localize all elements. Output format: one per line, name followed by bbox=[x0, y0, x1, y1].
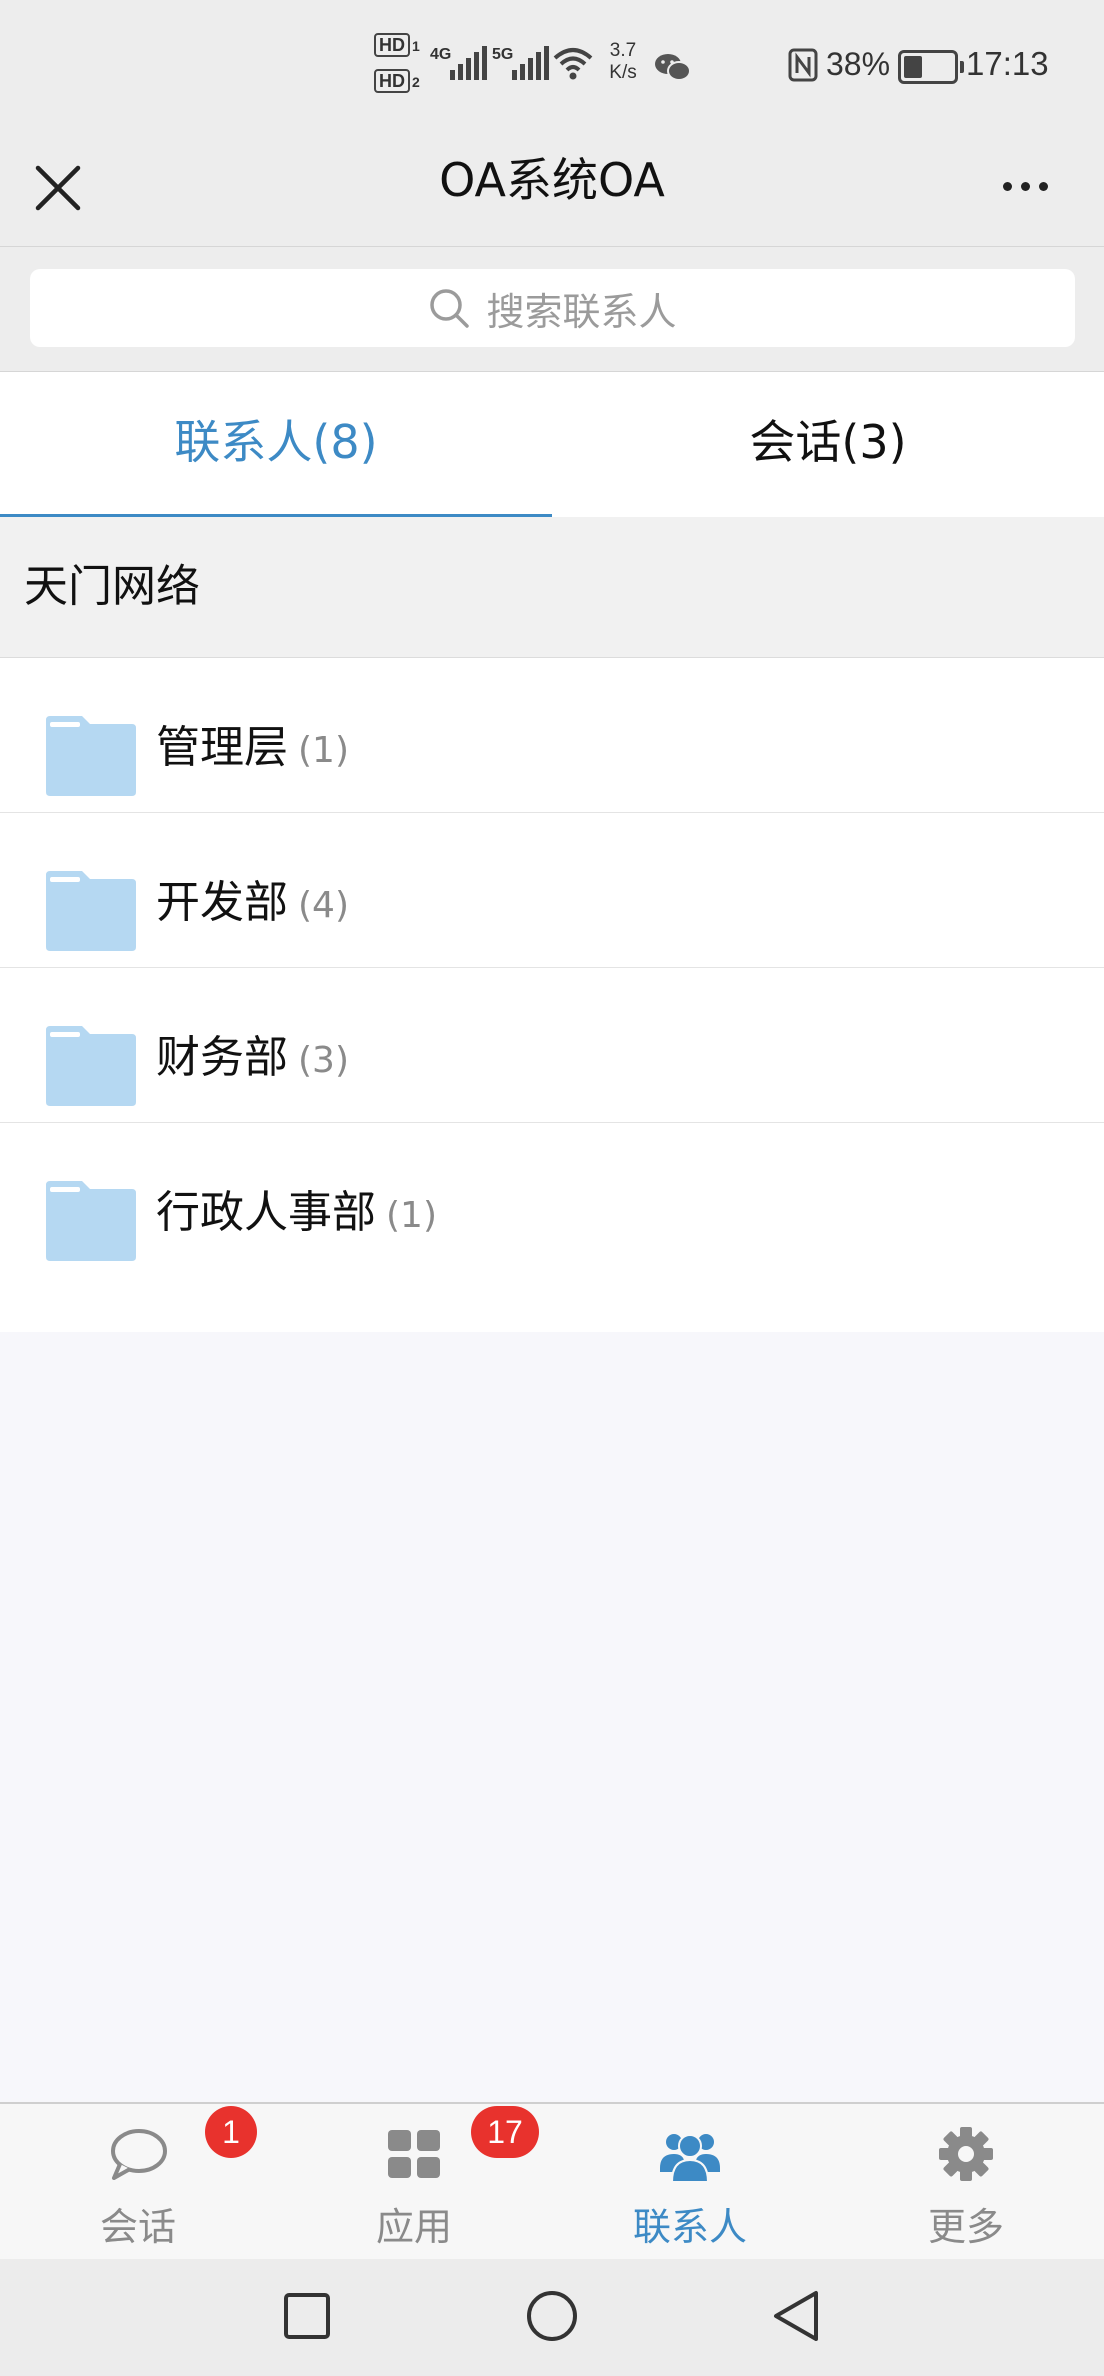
organization-header: 天门网络 bbox=[0, 517, 1104, 658]
network-type-2: 5G bbox=[492, 46, 514, 63]
department-list: 管理层 (1) 开发部 (4) 财务部 (3) 行政人事部 (1) bbox=[0, 658, 1104, 1332]
department-name: 开发部 bbox=[156, 877, 288, 928]
triangle-back-icon bbox=[774, 2291, 818, 2341]
close-icon bbox=[35, 165, 81, 211]
tab-contacts-label: 联系人(8) bbox=[174, 415, 378, 469]
circle-icon bbox=[527, 2291, 577, 2341]
battery-percent: 38% bbox=[826, 46, 891, 82]
wifi-icon bbox=[553, 48, 593, 80]
wechat-icon bbox=[655, 54, 691, 81]
home-button[interactable] bbox=[517, 2281, 587, 2351]
department-name: 行政人事部 bbox=[156, 1187, 376, 1238]
unread-badge: 1 bbox=[205, 2106, 257, 2158]
contacts-group-icon bbox=[660, 2134, 720, 2183]
signal-icon-1 bbox=[450, 44, 487, 80]
nav-contacts[interactable]: 联系人 bbox=[552, 2104, 828, 2261]
more-options-button[interactable] bbox=[980, 150, 1070, 222]
department-row[interactable]: 行政人事部 (1) bbox=[0, 1123, 1104, 1278]
more-dot-icon bbox=[1038, 181, 1048, 191]
folder-icon bbox=[46, 1026, 136, 1106]
search-icon bbox=[430, 289, 470, 328]
search-input[interactable]: 搜索联系人 bbox=[30, 269, 1075, 347]
recent-apps-button[interactable] bbox=[272, 2281, 342, 2351]
department-count: (1) bbox=[386, 1195, 437, 1236]
nav-contacts-label: 联系人 bbox=[632, 2205, 747, 2249]
bottom-navigation: 会话 1 应用 17 联系人 更多 bbox=[0, 2102, 1104, 2261]
nav-apps[interactable]: 应用 17 bbox=[276, 2104, 552, 2261]
more-dot-icon bbox=[1002, 181, 1012, 191]
nav-more[interactable]: 更多 bbox=[828, 2104, 1104, 2261]
department-name: 管理层 bbox=[156, 722, 288, 773]
tab-contacts[interactable]: 联系人(8) bbox=[0, 372, 552, 517]
network-type-1: 4G bbox=[430, 46, 452, 63]
hd-indicator-1: HD 1 bbox=[374, 33, 420, 57]
battery-icon bbox=[898, 50, 964, 84]
back-button[interactable] bbox=[762, 2281, 832, 2351]
department-row[interactable]: 管理层 (1) bbox=[0, 658, 1104, 813]
more-dot-icon bbox=[1020, 181, 1030, 191]
department-row[interactable]: 开发部 (4) bbox=[0, 813, 1104, 968]
nfc-icon bbox=[788, 48, 818, 82]
search-bar-container: 搜索联系人 bbox=[0, 247, 1104, 372]
network-speed: 3.7 K/s bbox=[609, 40, 637, 83]
folder-icon bbox=[46, 871, 136, 951]
system-navigation-bar bbox=[0, 2259, 1104, 2376]
close-button[interactable] bbox=[20, 152, 96, 224]
search-placeholder: 搜索联系人 bbox=[486, 289, 677, 334]
department-count: (4) bbox=[298, 885, 349, 926]
nav-apps-label: 应用 bbox=[375, 2205, 452, 2249]
department-count: (3) bbox=[298, 1040, 349, 1081]
status-bar: HD 1 HD 2 4G 5G 3.7 K/s 38% 17:13 bbox=[0, 0, 1104, 130]
organization-name: 天门网络 bbox=[24, 561, 200, 612]
department-name: 财务部 bbox=[156, 1032, 288, 1083]
chat-bubble-icon bbox=[111, 2129, 167, 2180]
department-row[interactable]: 财务部 (3) bbox=[0, 968, 1104, 1123]
page-title: OA系统OA bbox=[439, 153, 665, 207]
tab-sessions[interactable]: 会话(3) bbox=[552, 372, 1104, 517]
signal-icon-2 bbox=[512, 44, 549, 80]
gear-icon bbox=[939, 2127, 993, 2181]
clock: 17:13 bbox=[966, 45, 1049, 82]
apps-grid-icon bbox=[388, 2130, 440, 2178]
nav-sessions[interactable]: 会话 1 bbox=[0, 2104, 276, 2261]
apps-badge: 17 bbox=[471, 2106, 539, 2158]
department-count: (1) bbox=[298, 730, 349, 771]
app-header: OA系统OA bbox=[0, 130, 1104, 247]
nav-sessions-label: 会话 bbox=[99, 2205, 176, 2249]
nav-more-label: 更多 bbox=[927, 2205, 1004, 2249]
tab-bar: 联系人(8) 会话(3) bbox=[0, 372, 1104, 517]
folder-icon bbox=[46, 1181, 136, 1261]
hd-indicator-2: HD 2 bbox=[374, 69, 420, 93]
square-icon bbox=[284, 2293, 330, 2339]
tab-sessions-label: 会话(3) bbox=[749, 415, 907, 469]
folder-icon bbox=[46, 716, 136, 796]
